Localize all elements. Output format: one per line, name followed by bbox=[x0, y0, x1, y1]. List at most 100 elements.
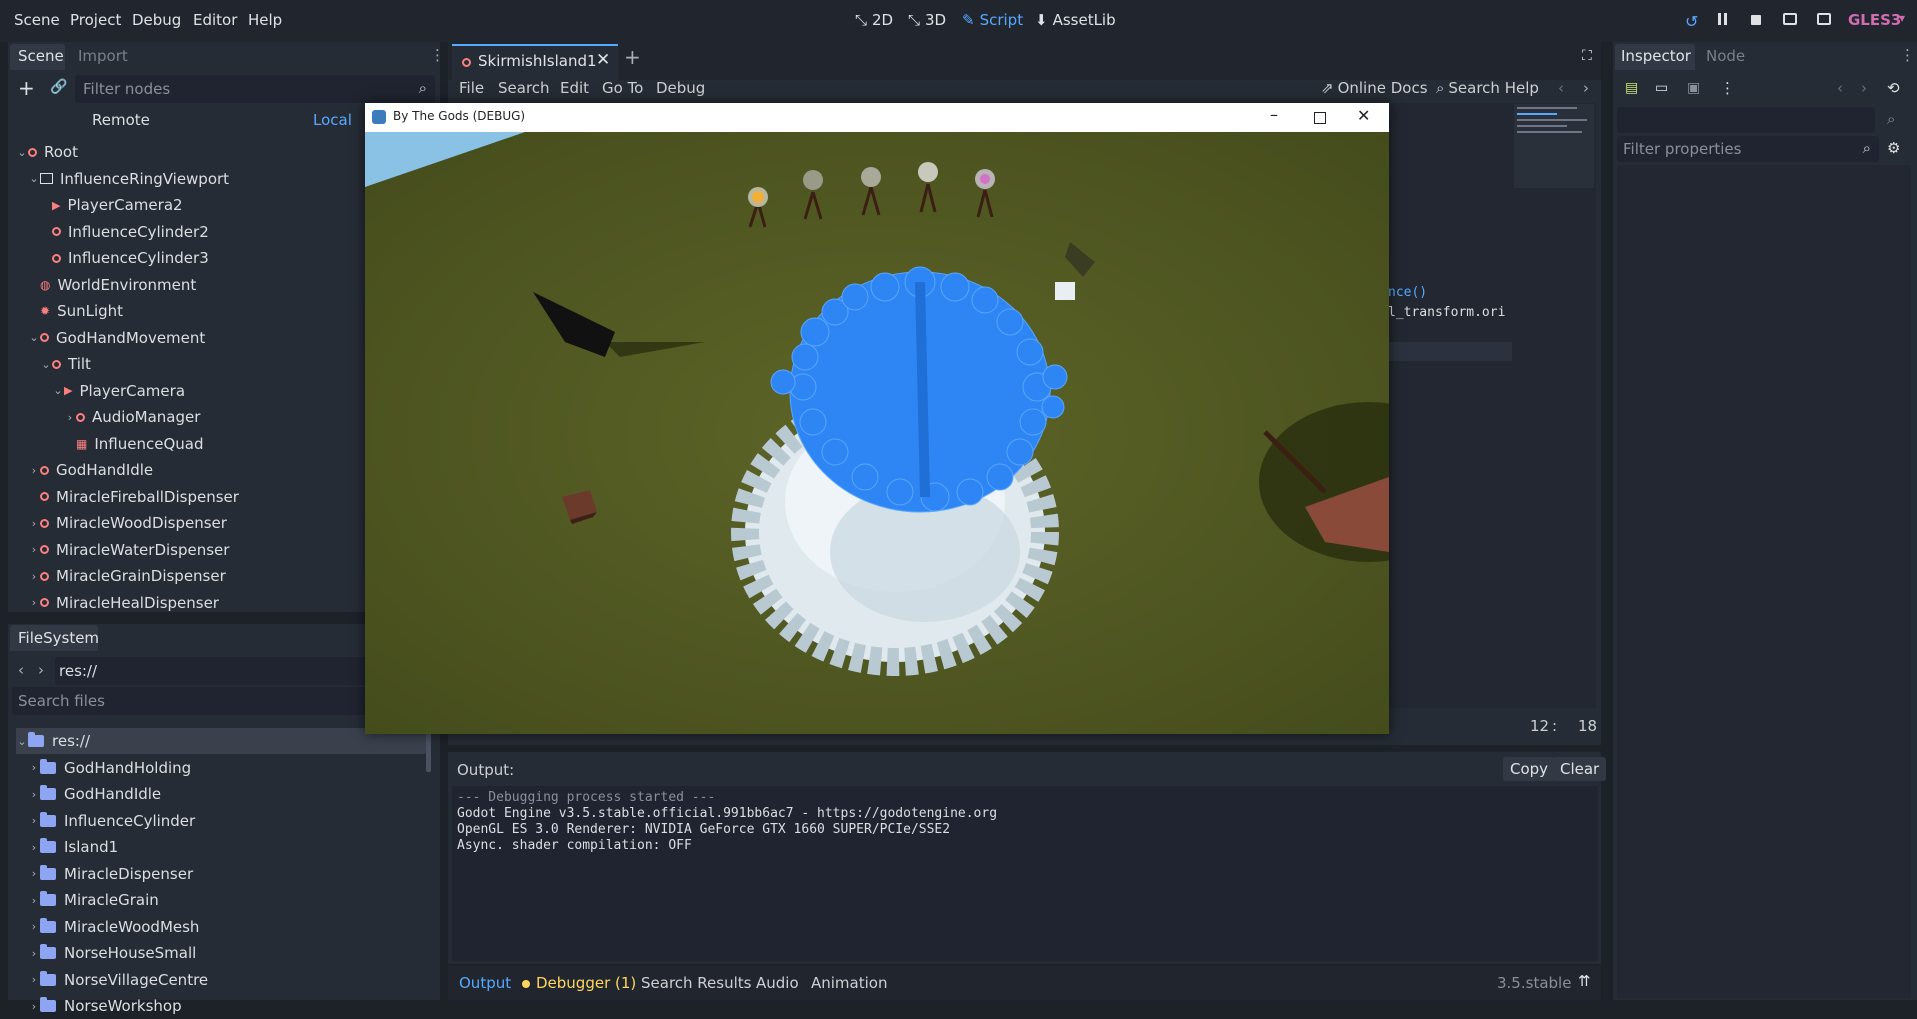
script-menu-debug[interactable]: Debug bbox=[656, 79, 705, 97]
menu-help[interactable]: Help bbox=[248, 11, 282, 29]
chevron-right-icon[interactable]: › bbox=[28, 920, 40, 933]
tab-skirmishisland1[interactable]: SkirmishIsland1 ✕ bbox=[452, 44, 618, 80]
filesystem-folder[interactable]: › MiracleDispenser bbox=[28, 861, 193, 887]
copy-button[interactable]: Copy bbox=[1503, 757, 1556, 781]
chevron-right-icon[interactable]: › bbox=[28, 867, 40, 880]
scene-tree-node[interactable]: ✹ SunLight bbox=[28, 298, 123, 324]
filesystem-folder[interactable]: › Island1 bbox=[28, 834, 118, 860]
undo-icon[interactable]: ↺ bbox=[1685, 12, 1698, 31]
link-icon[interactable]: 🔗 bbox=[50, 79, 67, 95]
scene-tree-node[interactable]: ▦ InfluenceQuad bbox=[64, 431, 203, 457]
filter-nodes-input[interactable]: Filter nodes ⌕ bbox=[75, 75, 435, 103]
inspector-menu-icon[interactable]: ⋮ bbox=[1900, 46, 1915, 64]
search-help-button[interactable]: ⌕ Search Help bbox=[1436, 79, 1539, 97]
chevron-right-icon[interactable]: › bbox=[28, 973, 40, 986]
script-back-icon[interactable]: ‹ bbox=[1558, 79, 1564, 97]
filesystem-folder[interactable]: › NorseHouseSmall bbox=[28, 940, 196, 966]
filesystem-folder[interactable]: › MiracleGrain bbox=[28, 887, 159, 913]
new-tab-icon[interactable]: + bbox=[624, 45, 641, 69]
script-menu-search[interactable]: Search bbox=[498, 79, 550, 97]
remote-toggle[interactable]: Remote bbox=[92, 111, 150, 129]
scene-tree-node[interactable]: › GodHandIdle bbox=[28, 457, 153, 483]
tab-inspector[interactable]: Inspector bbox=[1621, 47, 1691, 65]
distraction-free-icon[interactable]: ⛶ bbox=[1582, 48, 1592, 64]
scene-tree-node[interactable]: InfluenceCylinder2 bbox=[40, 219, 209, 245]
scene-tree-node[interactable]: ⌄ Tilt bbox=[40, 351, 91, 377]
menu-scene[interactable]: Scene bbox=[14, 11, 60, 29]
history-forward-icon[interactable]: › bbox=[38, 661, 44, 679]
chevron-right-icon[interactable]: › bbox=[64, 411, 76, 424]
inspector-more-icon[interactable]: ⋮ bbox=[1720, 79, 1735, 97]
chevron-right-icon[interactable]: › bbox=[28, 814, 40, 827]
play-custom-scene-icon[interactable] bbox=[1817, 13, 1831, 25]
tab-search-results[interactable]: Search Results bbox=[641, 974, 751, 992]
chevron-right-icon[interactable]: › bbox=[28, 570, 40, 583]
scene-tree-node[interactable]: › MiracleWaterDispenser bbox=[28, 537, 230, 563]
script-forward-icon[interactable]: › bbox=[1583, 79, 1589, 97]
scene-tree-node[interactable]: ⌄ ▶ PlayerCamera bbox=[52, 378, 185, 404]
chevron-right-icon[interactable]: › bbox=[28, 894, 40, 907]
tab-scene[interactable]: Scene bbox=[18, 47, 64, 65]
clear-button[interactable]: Clear bbox=[1553, 757, 1607, 781]
filesystem-folder[interactable]: › InfluenceCylinder bbox=[28, 808, 195, 834]
open-folder-icon[interactable]: ▭ bbox=[1655, 80, 1668, 96]
chevron-down-icon[interactable]: ⌄ bbox=[16, 735, 28, 748]
script-menu-edit[interactable]: Edit bbox=[560, 79, 589, 97]
tab-filesystem[interactable]: FileSystem bbox=[18, 629, 99, 647]
tab-output[interactable]: Output bbox=[459, 974, 511, 992]
chevron-right-icon[interactable]: › bbox=[28, 947, 40, 960]
tab-animation[interactable]: Animation bbox=[811, 974, 887, 992]
inspector-forward-icon[interactable]: › bbox=[1861, 79, 1867, 97]
scene-tree-node[interactable]: ⌄ GodHandMovement bbox=[28, 325, 205, 351]
chevron-right-icon[interactable]: › bbox=[28, 1000, 40, 1013]
expand-panel-icon[interactable]: ⇈ bbox=[1578, 972, 1591, 990]
chevron-right-icon[interactable]: › bbox=[28, 517, 40, 530]
chevron-right-icon[interactable]: › bbox=[28, 761, 40, 774]
scene-tree-node[interactable]: ◍ WorldEnvironment bbox=[28, 272, 196, 298]
local-toggle[interactable]: Local bbox=[313, 111, 352, 129]
chevron-down-icon[interactable]: ⌄ bbox=[28, 331, 40, 344]
mode-2d-button[interactable]: ⤡ 2D bbox=[855, 11, 893, 29]
stop-icon[interactable] bbox=[1751, 15, 1761, 25]
scene-tree-node[interactable]: MiracleFireballDispenser bbox=[28, 484, 239, 510]
menu-editor[interactable]: Editor bbox=[193, 11, 237, 29]
chevron-down-icon[interactable]: ⌄ bbox=[52, 384, 64, 397]
scene-tree-node[interactable]: › MiracleHealDispenser bbox=[28, 590, 219, 616]
scene-tree-node[interactable]: ▶ PlayerCamera2 bbox=[40, 192, 183, 218]
scene-tree-node[interactable]: ⌄ Root bbox=[16, 139, 78, 165]
chevron-down-icon[interactable]: ▾ bbox=[1899, 11, 1905, 25]
play-scene-icon[interactable] bbox=[1783, 13, 1797, 25]
filesystem-folder[interactable]: › NorseVillageCentre bbox=[28, 967, 208, 993]
chevron-right-icon[interactable]: › bbox=[28, 464, 40, 477]
tab-audio[interactable]: Audio bbox=[756, 974, 799, 992]
chevron-down-icon[interactable]: ⌄ bbox=[28, 172, 40, 185]
object-path-field[interactable] bbox=[1617, 107, 1875, 133]
pause-icon[interactable] bbox=[1717, 13, 1729, 27]
chevron-down-icon[interactable]: ⌄ bbox=[40, 358, 52, 371]
mode-script-button[interactable]: ✎ Script bbox=[962, 11, 1023, 29]
save-icon[interactable]: ▣ bbox=[1687, 80, 1700, 96]
inspector-back-icon[interactable]: ‹ bbox=[1837, 79, 1843, 97]
filesystem-folder[interactable]: › NorseWorkshop bbox=[28, 993, 182, 1019]
new-resource-icon[interactable]: ▤ bbox=[1625, 80, 1638, 96]
game-window-titlebar[interactable]: By The Gods (DEBUG) – ✕ bbox=[365, 103, 1389, 132]
scene-tree-node[interactable]: › MiracleWoodDispenser bbox=[28, 510, 227, 536]
code-minimap[interactable] bbox=[1514, 104, 1594, 188]
mode-3d-button[interactable]: ⤡ 3D bbox=[908, 11, 946, 29]
chevron-down-icon[interactable]: ⌄ bbox=[16, 146, 28, 159]
script-menu-file[interactable]: File bbox=[459, 79, 484, 97]
filesystem-folder[interactable]: › GodHandHolding bbox=[28, 755, 191, 781]
history-back-icon[interactable]: ‹ bbox=[18, 661, 24, 679]
maximize-icon[interactable] bbox=[1314, 112, 1326, 124]
mode-assetlib-button[interactable]: ⬇ AssetLib bbox=[1035, 11, 1116, 29]
scene-tree-node[interactable]: ⌄ InfluenceRingViewport bbox=[28, 166, 229, 192]
tab-node[interactable]: Node bbox=[1706, 47, 1745, 65]
tab-debugger[interactable]: Debugger (1) bbox=[536, 974, 636, 992]
online-docs-button[interactable]: ⇗ Online Docs bbox=[1321, 79, 1428, 97]
add-node-icon[interactable]: + bbox=[18, 76, 35, 100]
filesystem-folder[interactable]: › MiracleWoodMesh bbox=[28, 914, 199, 940]
scene-tree-node[interactable]: InfluenceCylinder3 bbox=[40, 245, 209, 271]
filter-properties-input[interactable]: Filter properties ⌕ bbox=[1617, 136, 1879, 162]
minimize-icon[interactable]: – bbox=[1270, 105, 1278, 124]
chevron-right-icon[interactable]: › bbox=[28, 543, 40, 556]
